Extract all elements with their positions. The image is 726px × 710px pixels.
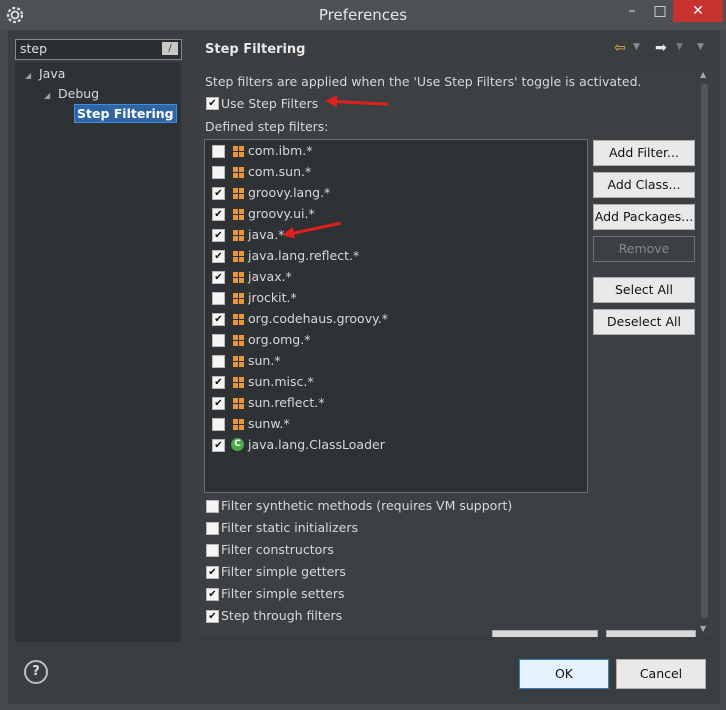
package-icon [233, 377, 244, 388]
use-step-filters-label[interactable]: Use Step Filters [221, 96, 318, 111]
page-description: Step filters are applied when the 'Use S… [205, 74, 642, 89]
filter-name[interactable]: jrockit.* [248, 290, 297, 305]
package-icon [233, 209, 244, 220]
close-button[interactable]: ✕ [673, 0, 723, 22]
select-all-button[interactable]: Select All [593, 277, 695, 303]
filter-checkbox[interactable]: ✔ [212, 271, 225, 284]
filter-checkbox[interactable]: ✔ [212, 250, 225, 263]
package-icon [233, 398, 244, 409]
tree-expand-icon[interactable]: ◢ [25, 71, 31, 80]
filter-checkbox[interactable]: ✔ [212, 208, 225, 221]
option-label[interactable]: Filter constructors [221, 542, 334, 557]
filter-name[interactable]: groovy.ui.* [248, 206, 315, 221]
maximize-button[interactable]: □ [645, 0, 675, 22]
filter-checkbox[interactable]: ✔ [212, 229, 225, 242]
filter-name[interactable]: sunw.* [248, 416, 290, 431]
filter-checkbox[interactable] [212, 292, 225, 305]
forward-dropdown-icon[interactable]: ▼ [676, 42, 683, 52]
filter-name[interactable]: sun.misc.* [248, 374, 314, 389]
filter-input[interactable]: step ∕ [15, 39, 182, 60]
filter-checkbox[interactable]: ✔ [212, 376, 225, 389]
option-label[interactable]: Filter simple getters [221, 564, 346, 579]
back-dropdown-icon[interactable]: ▼ [633, 42, 640, 52]
filter-checkbox[interactable] [212, 145, 225, 158]
filter-checkbox[interactable] [212, 166, 225, 179]
package-icon [233, 230, 244, 241]
option-checkbox[interactable]: ✔ [206, 610, 219, 623]
add-packages-button[interactable]: Add Packages... [593, 204, 695, 230]
page-title: Step Filtering [205, 42, 306, 57]
cancel-button[interactable]: Cancel [616, 659, 706, 689]
option-label[interactable]: Step through filters [221, 608, 342, 623]
use-step-filters-checkbox[interactable]: ✔ [206, 97, 219, 110]
filter-checkbox[interactable] [212, 355, 225, 368]
package-icon [233, 356, 244, 367]
filter-name[interactable]: java.* [248, 227, 284, 242]
class-icon: C [231, 438, 244, 451]
filter-checkbox[interactable] [212, 418, 225, 431]
package-icon [233, 419, 244, 430]
filter-checkbox[interactable] [212, 334, 225, 347]
package-icon [233, 146, 244, 157]
filter-checkbox[interactable]: ✔ [212, 313, 225, 326]
filter-name[interactable]: sun.* [248, 353, 281, 368]
filter-input-value: step [20, 41, 48, 56]
option-label[interactable]: Filter synthetic methods (requires VM su… [221, 498, 512, 513]
minimize-button[interactable]: – [617, 0, 647, 22]
add-class-button[interactable]: Add Class... [593, 172, 695, 198]
filter-name[interactable]: com.sun.* [248, 164, 311, 179]
add-filter-button[interactable]: Add Filter... [593, 140, 695, 166]
option-checkbox[interactable]: ✔ [206, 588, 219, 601]
filter-checkbox[interactable]: ✔ [212, 187, 225, 200]
filter-checkbox[interactable]: ✔ [212, 397, 225, 410]
option-checkbox[interactable]: ✔ [206, 566, 219, 579]
scrollbar-thumb[interactable] [701, 84, 708, 618]
option-checkbox[interactable] [206, 522, 219, 535]
filter-name[interactable]: java.lang.reflect.* [248, 248, 359, 263]
annotation-arrow-head [325, 95, 337, 107]
defined-filters-label: Defined step filters: [205, 119, 329, 134]
help-icon[interactable]: ? [24, 660, 48, 684]
tree-item-step-filtering[interactable]: Step Filtering [74, 104, 177, 123]
tree-expand-icon[interactable]: ◢ [44, 91, 50, 100]
annotation-arrow-head [280, 226, 296, 242]
package-icon [233, 293, 244, 304]
option-checkbox[interactable] [206, 500, 219, 513]
filter-name[interactable]: sun.reflect.* [248, 395, 324, 410]
package-icon [233, 188, 244, 199]
filter-name[interactable]: com.ibm.* [248, 143, 312, 158]
package-icon [233, 251, 244, 262]
option-checkbox[interactable] [206, 544, 219, 557]
scroll-up-icon[interactable]: ▲ [700, 70, 706, 79]
filter-checkbox[interactable]: ✔ [212, 439, 225, 452]
package-icon [233, 314, 244, 325]
option-label[interactable]: Filter static initializers [221, 520, 358, 535]
filter-name[interactable]: org.codehaus.groovy.* [248, 311, 388, 326]
package-icon [233, 335, 244, 346]
forward-arrow-icon[interactable]: ➡ [655, 40, 667, 56]
filter-name[interactable]: org.omg.* [248, 332, 310, 347]
package-icon [233, 272, 244, 283]
restore-defaults-button[interactable] [492, 630, 598, 637]
ok-button[interactable]: OK [519, 659, 609, 689]
tree-item-debug[interactable]: Debug [58, 86, 99, 101]
remove-button[interactable]: Remove [593, 236, 695, 262]
filter-name[interactable]: java.lang.ClassLoader [248, 437, 385, 452]
deselect-all-button[interactable]: Deselect All [593, 309, 695, 335]
clear-filter-icon[interactable]: ∕ [162, 42, 178, 55]
option-label[interactable]: Filter simple setters [221, 586, 345, 601]
package-icon [233, 167, 244, 178]
view-menu-icon[interactable]: ▼ [697, 42, 704, 52]
filter-name[interactable]: groovy.lang.* [248, 185, 330, 200]
back-arrow-icon[interactable]: ⇦ [614, 40, 626, 56]
apply-button[interactable] [606, 630, 696, 637]
filter-name[interactable]: javax.* [248, 269, 292, 284]
scroll-down-icon[interactable]: ▼ [700, 624, 706, 633]
tree-item-java[interactable]: Java [39, 66, 65, 81]
preference-tree [15, 62, 181, 642]
dialog-button-bar [8, 642, 720, 704]
